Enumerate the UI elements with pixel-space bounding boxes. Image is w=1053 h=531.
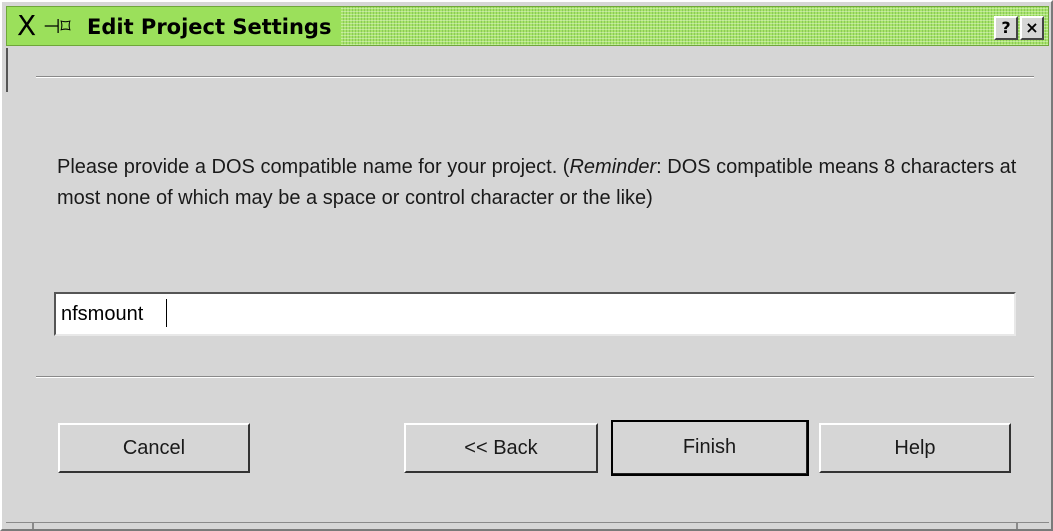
- reminder-label: Reminder: [569, 156, 657, 178]
- title-bar[interactable]: X ⊣⌑ Edit Project Settings ? ×: [6, 6, 1049, 46]
- project-name-input[interactable]: [54, 292, 1016, 336]
- pin-icon[interactable]: ⊣⌑: [43, 11, 71, 43]
- left-edge-divider: [6, 48, 8, 92]
- window-title: Edit Project Settings: [87, 15, 332, 39]
- finish-button[interactable]: Finish: [611, 420, 809, 476]
- cancel-button[interactable]: Cancel: [58, 423, 250, 473]
- window-menu-icon[interactable]: X: [17, 9, 36, 43]
- top-separator: [36, 76, 1034, 78]
- dialog-window: X ⊣⌑ Edit Project Settings ? × Please pr…: [0, 0, 1053, 531]
- resize-grip-right[interactable]: [1016, 523, 1018, 529]
- resize-grip-left[interactable]: [32, 523, 34, 529]
- close-icon[interactable]: ×: [1020, 16, 1044, 40]
- help-icon[interactable]: ?: [994, 16, 1018, 40]
- back-button[interactable]: << Back: [404, 423, 598, 473]
- instruction-text: Please provide a DOS compatible name for…: [57, 152, 1017, 214]
- text-caret: [166, 299, 167, 327]
- bottom-separator: [36, 376, 1034, 378]
- bottom-frame-strip: [6, 522, 1049, 529]
- help-button[interactable]: Help: [819, 423, 1011, 473]
- instruction-text-start: Please provide a DOS compatible name for…: [57, 156, 570, 178]
